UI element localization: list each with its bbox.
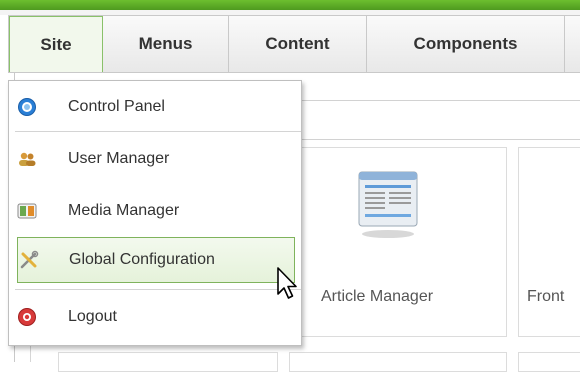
menu-components[interactable]: Components bbox=[367, 16, 565, 72]
menu-item-user-manager[interactable]: User Manager bbox=[9, 135, 301, 183]
menu-item-control-panel[interactable]: Control Panel bbox=[9, 83, 301, 131]
menu-menus[interactable]: Menus bbox=[103, 16, 229, 72]
top-accent-bar bbox=[0, 0, 580, 10]
divider bbox=[15, 289, 301, 290]
menu-item-label: Global Configuration bbox=[69, 251, 215, 268]
tools-icon bbox=[20, 250, 39, 269]
menu-content[interactable]: Content bbox=[229, 16, 367, 72]
menu-item-logout[interactable]: Logout bbox=[9, 293, 301, 341]
divider bbox=[15, 131, 301, 132]
front-label: Front bbox=[527, 288, 565, 305]
menu-item-label: Media Manager bbox=[68, 202, 180, 219]
quick-icon-box[interactable] bbox=[58, 352, 278, 372]
menu-item-media-manager[interactable]: Media Manager bbox=[9, 187, 301, 235]
article-manager-icon bbox=[358, 171, 418, 238]
control-panel-icon bbox=[18, 98, 36, 116]
menu-item-label: Logout bbox=[68, 308, 117, 325]
main-menubar: Site Menus Content Components bbox=[8, 15, 580, 73]
menu-site[interactable]: Site bbox=[9, 16, 103, 72]
content-toolbar bbox=[290, 100, 580, 140]
site-dropdown-menu: Control Panel User Manager Media Manager… bbox=[8, 80, 302, 346]
quick-icon-box[interactable] bbox=[289, 352, 507, 372]
users-icon bbox=[19, 152, 36, 166]
quick-icon-front[interactable] bbox=[518, 147, 580, 337]
menu-item-global-configuration[interactable]: Global Configuration bbox=[17, 237, 295, 283]
quick-icon-box[interactable] bbox=[518, 352, 580, 372]
article-manager-label: Article Manager bbox=[321, 288, 434, 305]
logout-icon bbox=[18, 308, 36, 326]
menu-item-label: User Manager bbox=[68, 150, 170, 167]
menu-item-label: Control Panel bbox=[68, 98, 165, 115]
mouse-cursor-icon bbox=[277, 267, 297, 299]
media-icon bbox=[17, 203, 37, 219]
